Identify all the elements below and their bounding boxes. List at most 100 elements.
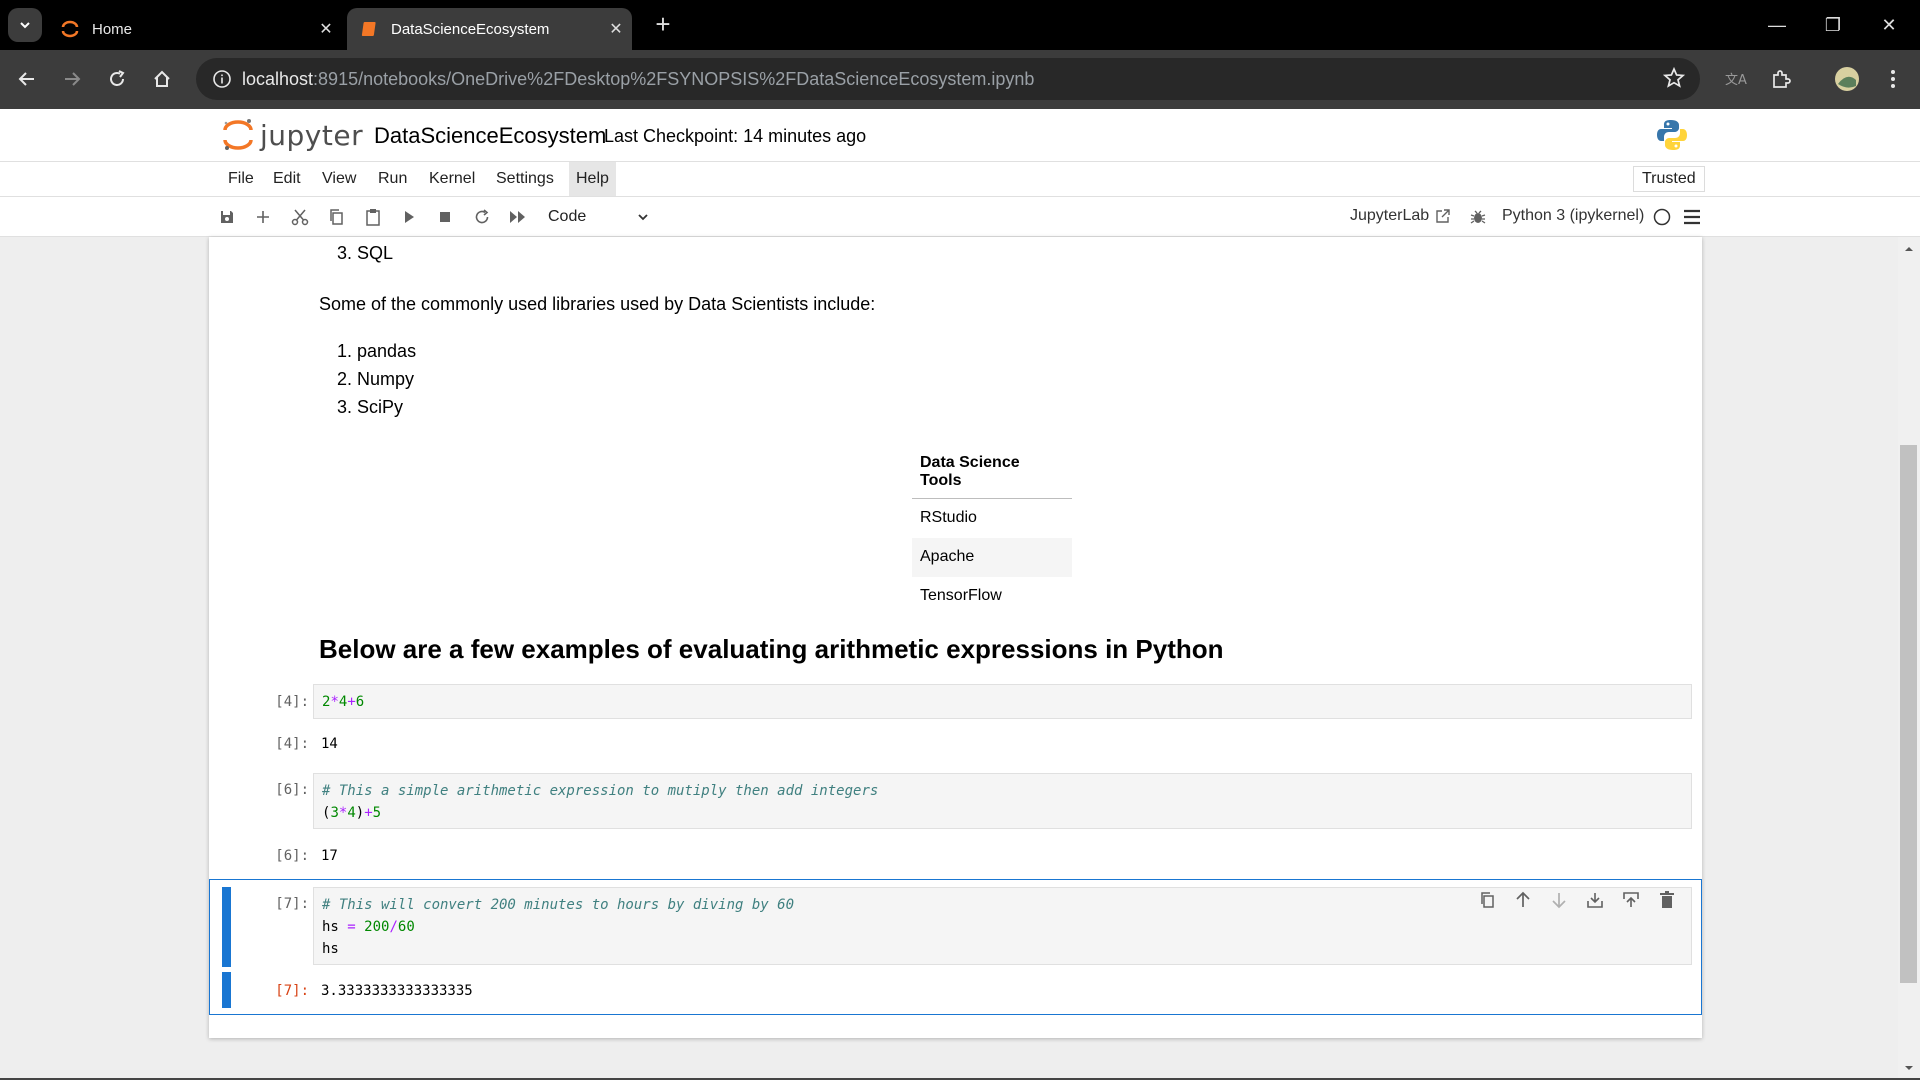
minimize-button[interactable]: — [1754,8,1800,42]
debugger-button[interactable] [1466,205,1490,229]
delete-cell-button[interactable] [1654,888,1679,912]
restart-kernel-button[interactable] [470,205,494,229]
menu-view[interactable]: View [315,162,363,196]
library-list-item: 3. SciPy [337,397,404,417]
kernel-name[interactable]: Python 3 (ipykernel) [1502,207,1644,225]
trusted-indicator[interactable]: Trusted [1633,166,1705,192]
run-cell-button[interactable] [397,205,421,229]
tab-home[interactable]: Home ✕ [50,8,342,50]
insert-below-button[interactable] [1582,888,1607,912]
url-host: localhost [242,68,314,89]
languages-list-item: 3. SQL [337,243,394,263]
duplicate-cell-button[interactable] [1474,888,1499,912]
output-prompt: [6]: [275,848,309,864]
menu-help[interactable]: Help [569,162,616,196]
stop-icon [440,212,450,222]
clipboard-icon [366,209,380,226]
translate-extension-icon[interactable]: 文A [1718,62,1752,96]
notebook-toolbar: Code JupyterLab Python 3 (ipykernel) [0,197,1920,237]
output-collapser[interactable] [222,972,231,1008]
restart-run-all-button[interactable] [506,205,530,229]
section-heading: Below are a few examples of evaluating a… [319,634,1224,664]
scroll-down-icon[interactable] [1898,1060,1920,1076]
library-list-item: 2. Numpy [337,369,415,389]
save-button[interactable] [215,205,239,229]
tab-search-button[interactable] [8,8,42,42]
move-down-button[interactable] [1546,888,1571,912]
tab-notebook-label: DataScienceEcosystem [391,20,550,38]
tab-notebook[interactable]: DataScienceEcosystem ✕ [347,8,632,50]
cell-type-value: Code [548,208,587,225]
menu-edit[interactable]: Edit [266,162,308,196]
menu-settings[interactable]: Settings [489,162,561,196]
tab-home-label: Home [92,20,133,38]
url-text: localhost:8915/notebooks/OneDrive%2FDesk… [242,69,1034,90]
hamburger-menu-icon[interactable] [1680,205,1704,229]
home-button[interactable] [145,62,179,96]
arrow-up-icon [1515,891,1530,907]
code-cell-input[interactable]: # This a simple arithmetic expression to… [313,773,1692,829]
cell-toolbar [1474,888,1679,912]
forward-button[interactable] [55,62,89,96]
close-window-button[interactable]: ✕ [1866,8,1912,42]
insert-cell-button[interactable] [251,205,275,229]
input-prompt: [4]: [275,694,309,710]
save-icon [221,211,233,223]
tools-table-cell: RStudio [920,509,977,527]
notebook-favicon-icon [361,22,376,36]
copy-button[interactable] [324,205,348,229]
extensions-puzzle-icon[interactable] [1764,62,1798,96]
scroll-up-icon[interactable] [1898,241,1920,257]
jupyterlab-label: JupyterLab [1350,207,1430,224]
code-line: hs = 200/60 [322,919,415,935]
restore-button[interactable]: ❐ [1810,8,1856,42]
copy-icon [330,209,343,225]
url-bar[interactable]: localhost:8915/notebooks/OneDrive%2FDesk… [196,58,1700,100]
notebook-panel: 3. SQL Some of the commonly used librari… [209,237,1702,1038]
menu-run[interactable]: Run [371,162,414,196]
play-icon [405,211,414,223]
code-cell-input[interactable]: 2*4+6 [313,684,1692,719]
arrow-right-icon [65,72,81,86]
arrow-left-icon [18,72,34,86]
interrupt-kernel-button[interactable] [433,205,457,229]
menu-kernel[interactable]: Kernel [422,162,482,196]
jupyter-logo-icon [223,119,253,150]
open-jupyterlab-link[interactable]: JupyterLab [1350,207,1451,225]
bookmark-star-icon[interactable] [1662,66,1686,95]
bug-icon [1470,210,1486,224]
cut-button[interactable] [288,205,312,229]
url-path: :8915/notebooks/OneDrive%2FDesktop%2FSYN… [313,68,1035,89]
cell-type-select[interactable]: Code [540,205,650,229]
paste-button[interactable] [361,205,385,229]
scrollbar-thumb[interactable] [1900,445,1917,983]
arrow-down-icon [1551,893,1566,909]
fast-forward-icon [510,211,525,223]
new-tab-button[interactable]: + [648,10,678,40]
jupyter-logo[interactable]: jupyter [222,117,363,153]
back-button[interactable] [10,62,44,96]
code-line: hs [322,941,339,957]
profile-avatar-icon[interactable] [1830,62,1864,96]
cell-output: 3.3333333333333335 [321,983,473,999]
chevron-down-icon [638,214,648,221]
input-collapser[interactable] [222,887,231,967]
close-tab-icon[interactable]: ✕ [310,19,342,39]
reload-button[interactable] [100,62,134,96]
browser-menu-icon[interactable] [1876,62,1910,96]
menu-file[interactable]: File [221,162,261,196]
last-checkpoint: Last Checkpoint: 14 minutes ago [604,126,867,146]
cell-output: 17 [321,848,338,864]
move-up-button[interactable] [1510,888,1535,912]
notebook-title[interactable]: DataScienceEcosystem [374,123,606,149]
jupyter-logo-text: jupyter [260,118,364,152]
scissors-icon [291,209,309,226]
close-tab-icon[interactable]: ✕ [600,19,632,39]
tools-table-header: Data Science Tools [912,446,1072,499]
kernel-status-icon [1650,205,1674,229]
restart-icon [475,209,489,224]
chevron-down-icon [20,22,30,29]
site-info-icon[interactable] [202,69,242,89]
insert-below-icon [1586,893,1603,908]
insert-above-button[interactable] [1618,888,1643,912]
